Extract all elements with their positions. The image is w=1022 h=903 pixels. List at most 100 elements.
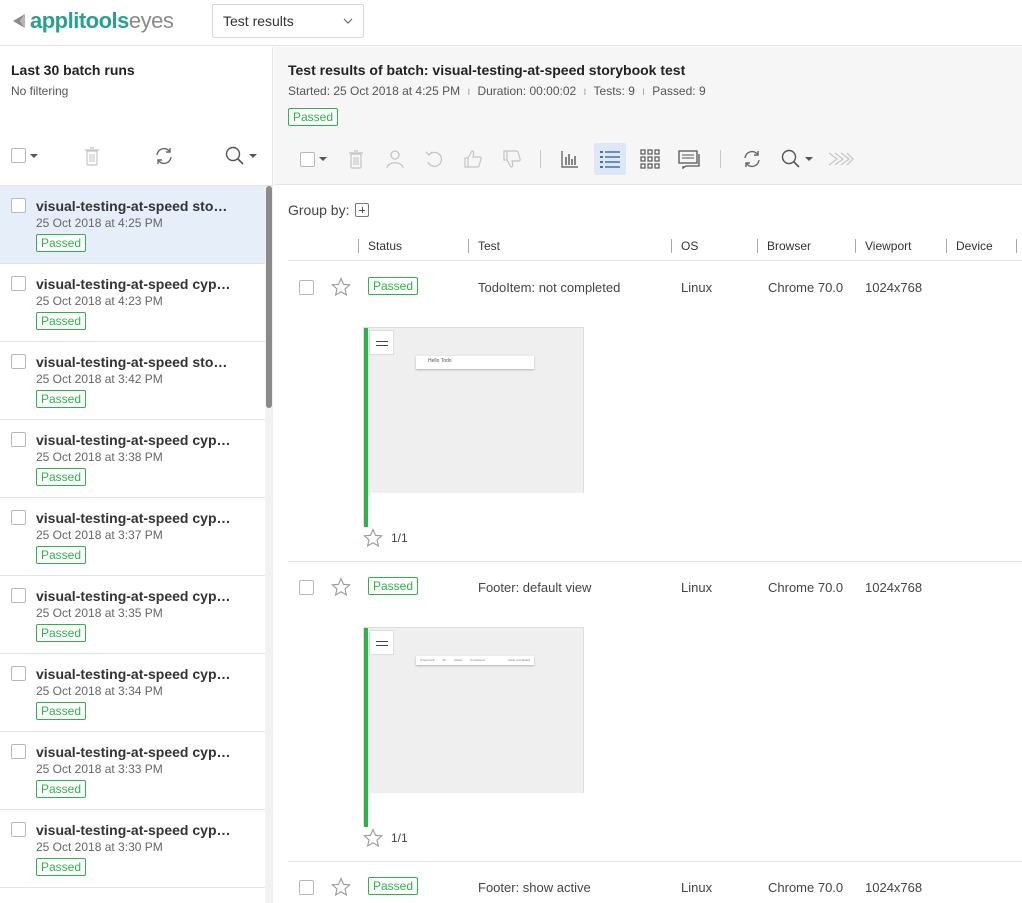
delete-results-button[interactable] <box>340 143 372 175</box>
search-results-button[interactable] <box>778 143 816 175</box>
summary-view-button[interactable] <box>554 143 586 175</box>
batch-item[interactable]: visual-testing-at-speed cypress test 25 … <box>0 420 265 498</box>
status-badge: Passed <box>36 858 87 876</box>
add-group-icon[interactable] <box>355 203 370 217</box>
reject-button[interactable] <box>496 143 528 175</box>
refresh-results-button[interactable] <box>736 143 768 175</box>
delete-batch-button[interactable] <box>82 145 102 167</box>
star-icon[interactable] <box>331 277 351 297</box>
test-viewport: 1024x768 <box>865 880 923 895</box>
batch-checkbox[interactable] <box>11 198 26 213</box>
batch-name: visual-testing-at-speed cypress test <box>36 510 231 526</box>
test-result-row[interactable]: Passed TodoItem: not completed Linux Chr… <box>288 262 1022 562</box>
batch-checkbox[interactable] <box>11 276 26 291</box>
applitools-logo[interactable]: applitools eyes <box>11 8 174 34</box>
status-badge: Passed <box>36 702 87 720</box>
select-all-checkbox[interactable] <box>299 151 315 167</box>
view-select-dropdown[interactable]: Test results <box>212 4 364 38</box>
column-header-status[interactable]: Status <box>358 239 402 253</box>
batch-item[interactable]: visual-testing-at-speed storybook test 2… <box>0 342 265 420</box>
caret-down-icon <box>249 154 257 158</box>
step-thumbnail[interactable]: Hello Todo <box>363 327 584 527</box>
batch-duration: Duration: 00:00:02 <box>477 84 577 98</box>
column-header-browser[interactable]: Browser <box>757 239 811 253</box>
batch-name: visual-testing-at-speed cypress test <box>36 822 231 838</box>
status-badge: Passed <box>36 780 87 798</box>
batch-date: 25 Oct 2018 at 4:25 PM <box>36 216 163 230</box>
batch-name: visual-testing-at-speed storybook test <box>36 354 231 370</box>
test-name[interactable]: Footer: show active <box>478 880 591 895</box>
batch-passed-count: Passed: 9 <box>652 84 706 98</box>
batch-checkbox[interactable] <box>11 510 26 525</box>
batch-checkbox[interactable] <box>11 666 26 681</box>
row-checkbox[interactable] <box>299 580 314 595</box>
test-result-row[interactable]: Passed Footer: default view Linux Chrome… <box>288 562 1022 862</box>
batch-item[interactable]: visual-testing-at-speed cypress test 25 … <box>0 732 265 810</box>
batch-checkbox[interactable] <box>11 822 26 837</box>
star-icon[interactable] <box>363 528 383 548</box>
comparison-view-button[interactable] <box>674 143 706 175</box>
test-name[interactable]: Footer: default view <box>478 580 591 595</box>
column-divider <box>1016 239 1017 253</box>
batch-checkbox[interactable] <box>11 744 26 759</box>
row-checkbox[interactable] <box>299 280 314 295</box>
undo-icon <box>425 151 443 167</box>
batch-item[interactable]: visual-testing-at-speed cypress test 25 … <box>0 576 265 654</box>
hamburger-menu-icon[interactable] <box>369 630 394 655</box>
select-all-results-dropdown[interactable] <box>297 143 329 175</box>
batch-item[interactable]: visual-testing-at-speed cypress test 25 … <box>0 264 265 342</box>
batch-checkbox[interactable] <box>11 588 26 603</box>
batch-list: visual-testing-at-speed storybook test 2… <box>0 186 265 903</box>
column-header-test[interactable]: Test <box>468 239 500 253</box>
column-header-os[interactable]: OS <box>671 239 698 253</box>
trash-icon <box>85 147 99 166</box>
assign-user-button[interactable] <box>379 143 411 175</box>
star-icon[interactable] <box>363 828 383 848</box>
batch-item[interactable]: visual-testing-at-speed cypress test 25 … <box>0 498 265 576</box>
grid-view-button[interactable] <box>634 143 666 175</box>
select-all-dropdown[interactable] <box>11 148 38 163</box>
sidebar-scrollbar[interactable] <box>265 186 273 903</box>
batch-date: 25 Oct 2018 at 3:30 PM <box>36 840 163 854</box>
test-browser: Chrome 70.0 <box>768 880 844 895</box>
sidebar-filter-status: No filtering <box>11 84 69 98</box>
row-checkbox[interactable] <box>299 880 314 895</box>
thumbnail-todo-item: Hello Todo <box>416 356 534 369</box>
batch-item[interactable]: visual-testing-at-speed cypress test 25 … <box>0 654 265 732</box>
batch-item[interactable]: visual-testing-at-speed cypress test 25 … <box>0 810 265 888</box>
thumbs-up-icon <box>464 150 482 168</box>
thumbnail-footer <box>368 493 584 526</box>
trash-icon <box>349 150 363 169</box>
batch-checkbox[interactable] <box>11 354 26 369</box>
scrollbar-thumb[interactable] <box>266 186 272 408</box>
batch-checkbox[interactable] <box>11 432 26 447</box>
expand-all-button[interactable] <box>824 143 858 175</box>
batch-tests-count: Tests: 9 <box>593 84 635 98</box>
status-badge: Passed <box>36 234 87 252</box>
test-os: Linux <box>681 880 713 895</box>
comments-icon <box>678 150 700 169</box>
revert-button[interactable] <box>418 143 450 175</box>
star-icon[interactable] <box>331 577 351 597</box>
test-name[interactable]: TodoItem: not completed <box>478 280 620 295</box>
batch-item[interactable]: visual-testing-at-speed storybook test 2… <box>0 186 265 264</box>
column-header-viewport[interactable]: Viewport <box>855 239 911 253</box>
select-all-checkbox[interactable] <box>11 148 26 163</box>
column-header-device[interactable]: Device <box>946 239 993 253</box>
double-chevron-right-icon <box>828 152 854 166</box>
step-thumbnail[interactable]: 0 items left All Active Completed Clear … <box>363 627 584 827</box>
test-result-row[interactable]: Passed Footer: show active Linux Chrome … <box>288 862 1022 903</box>
accept-button[interactable] <box>457 143 489 175</box>
star-icon[interactable] <box>331 877 351 897</box>
applitools-logo-icon <box>13 14 25 28</box>
hamburger-menu-icon[interactable] <box>369 330 394 355</box>
view-select-label: Test results <box>223 13 294 29</box>
refresh-icon <box>744 150 760 168</box>
batch-name: visual-testing-at-speed cypress test <box>36 588 231 604</box>
search-batches-button[interactable] <box>224 145 258 167</box>
sidebar-header: Last 30 batch runs No filtering <box>0 47 272 186</box>
search-icon <box>781 149 800 168</box>
refresh-batches-button[interactable] <box>152 145 176 167</box>
list-view-button[interactable] <box>594 143 626 175</box>
status-badge: Passed <box>36 546 87 564</box>
